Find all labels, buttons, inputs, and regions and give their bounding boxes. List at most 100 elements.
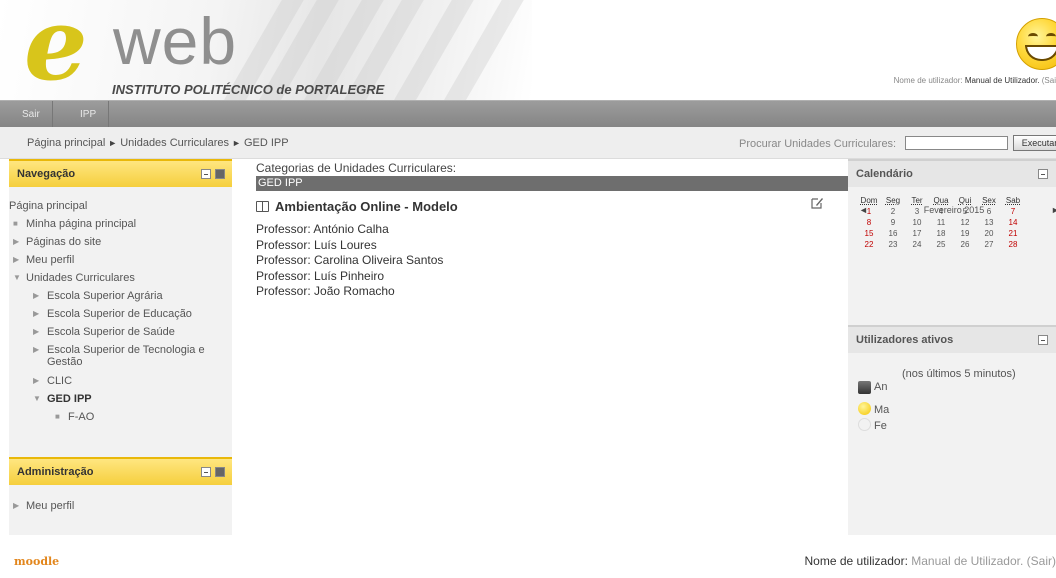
footer-logout-link[interactable]: (Sair): [1027, 554, 1056, 568]
nav-item-label: Unidades Curriculares: [26, 272, 135, 284]
nav-item-courses[interactable]: ▼ Unidades Curriculares: [9, 269, 232, 287]
teacher-item[interactable]: Professor: Luís Loures: [256, 238, 443, 254]
moodle-logo[interactable]: moodle: [14, 555, 59, 568]
breadcrumb-courses[interactable]: Unidades Curriculares: [120, 137, 229, 149]
calendar-day[interactable]: 25: [929, 239, 953, 250]
breadcrumb-separator: ►: [108, 138, 118, 148]
breadcrumb-home[interactable]: Página principal: [27, 137, 105, 149]
course-search-button[interactable]: Executar: [1013, 135, 1056, 151]
minimize-icon[interactable]: [201, 169, 211, 179]
collapse-arrow-icon: ▼: [13, 273, 21, 282]
calendar-day[interactable]: 19: [953, 228, 977, 239]
calendar-day[interactable]: 11: [929, 217, 953, 228]
nav-item-f-ao[interactable]: ■ F-AO: [9, 408, 232, 426]
weekday-header: Sab: [1005, 196, 1021, 205]
calendar-day[interactable]: 12: [953, 217, 977, 228]
calendar-day[interactable]: 7: [1001, 206, 1025, 217]
login-user-link[interactable]: Manual de Utilizador.: [965, 76, 1040, 85]
calendar-day[interactable]: 2: [881, 206, 905, 217]
calendar-day[interactable]: 27: [977, 239, 1001, 250]
menu-item-sair[interactable]: Sair: [10, 101, 53, 128]
active-user-link[interactable]: Fe: [874, 420, 887, 432]
calendar-day[interactable]: 9: [881, 217, 905, 228]
teacher-item[interactable]: Professor: João Romacho: [256, 284, 443, 300]
weekday-header: Qui: [958, 196, 972, 205]
expand-arrow-icon: ▶: [33, 345, 40, 354]
minimize-icon[interactable]: [1038, 335, 1048, 345]
nav-item-estg[interactable]: ▶ Escola Superior de Tecnologia e: [9, 344, 232, 356]
minimize-icon[interactable]: [201, 467, 211, 477]
logout-link[interactable]: (Sai: [1042, 76, 1056, 85]
eweb-banner[interactable]: e web INSTITUTO POLITÉCNICO de PORTALEGR…: [0, 0, 532, 100]
admin-item-my-profile[interactable]: ▶ Meu perfil: [9, 497, 232, 515]
nav-item-esa[interactable]: ▶ Escola Superior Agrária: [9, 287, 232, 305]
expand-arrow-icon: ▶: [33, 327, 40, 336]
calendar-day[interactable]: 3: [905, 206, 929, 217]
calendar-next-arrow-icon[interactable]: ►: [1051, 205, 1056, 215]
active-user-link[interactable]: An: [874, 381, 887, 393]
calendar-block-title: Calendário: [856, 168, 913, 180]
calendar-day[interactable]: 10: [905, 217, 929, 228]
active-users-block-title: Utilizadores ativos: [856, 334, 954, 346]
minimize-icon[interactable]: [1038, 169, 1048, 179]
active-users-block-header: Utilizadores ativos: [848, 325, 1056, 353]
calendar-day[interactable]: 17: [905, 228, 929, 239]
calendar-day[interactable]: 28: [1001, 239, 1025, 250]
expand-arrow-icon: ▶: [33, 309, 40, 318]
administration-block-header: Administração: [9, 457, 232, 485]
logo-web: web: [113, 4, 238, 78]
menu-item-ipp[interactable]: IPP: [68, 101, 110, 128]
book-icon: [256, 201, 269, 212]
right-column: Calendário ◄ Fevereiro 2015 ► Dom Seg Te…: [848, 159, 1056, 535]
teacher-item[interactable]: Professor: António Calha: [256, 222, 443, 238]
nav-item-ese[interactable]: ▶ Escola Superior de Educação: [9, 305, 232, 323]
login-prefix: Nome de utilizador:: [893, 76, 963, 85]
calendar-day[interactable]: 18: [929, 228, 953, 239]
calendar-day[interactable]: 15: [857, 228, 881, 239]
calendar-day[interactable]: 4: [929, 206, 953, 217]
calendar-day[interactable]: 24: [905, 239, 929, 250]
active-user-link[interactable]: Ma: [874, 404, 889, 416]
calendar-day[interactable]: 8: [857, 217, 881, 228]
custom-menu-bar: Sair IPP: [0, 100, 1056, 128]
calendar-day[interactable]: 23: [881, 239, 905, 250]
edit-icon[interactable]: [810, 196, 824, 210]
nav-item-home[interactable]: Página principal: [9, 197, 232, 215]
calendar-day[interactable]: 13: [977, 217, 1001, 228]
teacher-item[interactable]: Professor: Carolina Oliveira Santos: [256, 253, 443, 269]
breadcrumb-current: GED IPP: [243, 137, 289, 149]
course-search-input[interactable]: [905, 136, 1008, 150]
nav-item-ged-ipp[interactable]: ▼ GED IPP: [9, 390, 232, 408]
nav-item-label: Escola Superior de Saúde: [47, 326, 175, 338]
nav-item-site-pages[interactable]: ▶ Páginas do site: [9, 233, 232, 251]
dock-icon[interactable]: [215, 467, 225, 477]
calendar-day[interactable]: 16: [881, 228, 905, 239]
nav-item-my-profile[interactable]: ▶ Meu perfil: [9, 251, 232, 269]
footer-user-link[interactable]: Manual de Utilizador.: [911, 554, 1023, 568]
nav-item-label: F-AO: [68, 411, 95, 423]
page-footer: moodle Nome de utilizador: Manual de Uti…: [0, 535, 1056, 578]
calendar-day[interactable]: 20: [977, 228, 1001, 239]
expand-arrow-icon: ▶: [13, 237, 20, 246]
expand-arrow-icon: ▶: [13, 255, 20, 264]
calendar-day[interactable]: 14: [1001, 217, 1025, 228]
nav-item-clic[interactable]: ▶ CLIC: [9, 372, 232, 390]
course-title-link[interactable]: Ambientação Online - Modelo: [256, 199, 458, 214]
nav-item-label: Escola Superior Agrária: [47, 290, 163, 302]
admin-item-label: Meu perfil: [26, 500, 75, 512]
calendar-day[interactable]: 6: [977, 206, 1001, 217]
dock-icon[interactable]: [215, 169, 225, 179]
nav-item-estg-cont[interactable]: Gestão: [9, 356, 232, 370]
calendar-day[interactable]: 5: [953, 206, 977, 217]
calendar-day[interactable]: 22: [857, 239, 881, 250]
calendar-day[interactable]: 21: [1001, 228, 1025, 239]
active-users-period: (nos últimos 5 minutos): [902, 368, 1016, 380]
nav-item-ess[interactable]: ▶ Escola Superior de Saúde: [9, 323, 232, 341]
calendar-day[interactable]: 1: [857, 206, 881, 217]
teacher-item[interactable]: Professor: Luís Pinheiro: [256, 269, 443, 285]
smiley-eye: [1046, 33, 1056, 40]
calendar-day[interactable]: 26: [953, 239, 977, 250]
navigation-block-title: Navegação: [17, 168, 76, 180]
category-bar[interactable]: GED IPP: [256, 176, 848, 191]
nav-item-my-home[interactable]: ■ Minha página principal: [9, 215, 232, 233]
